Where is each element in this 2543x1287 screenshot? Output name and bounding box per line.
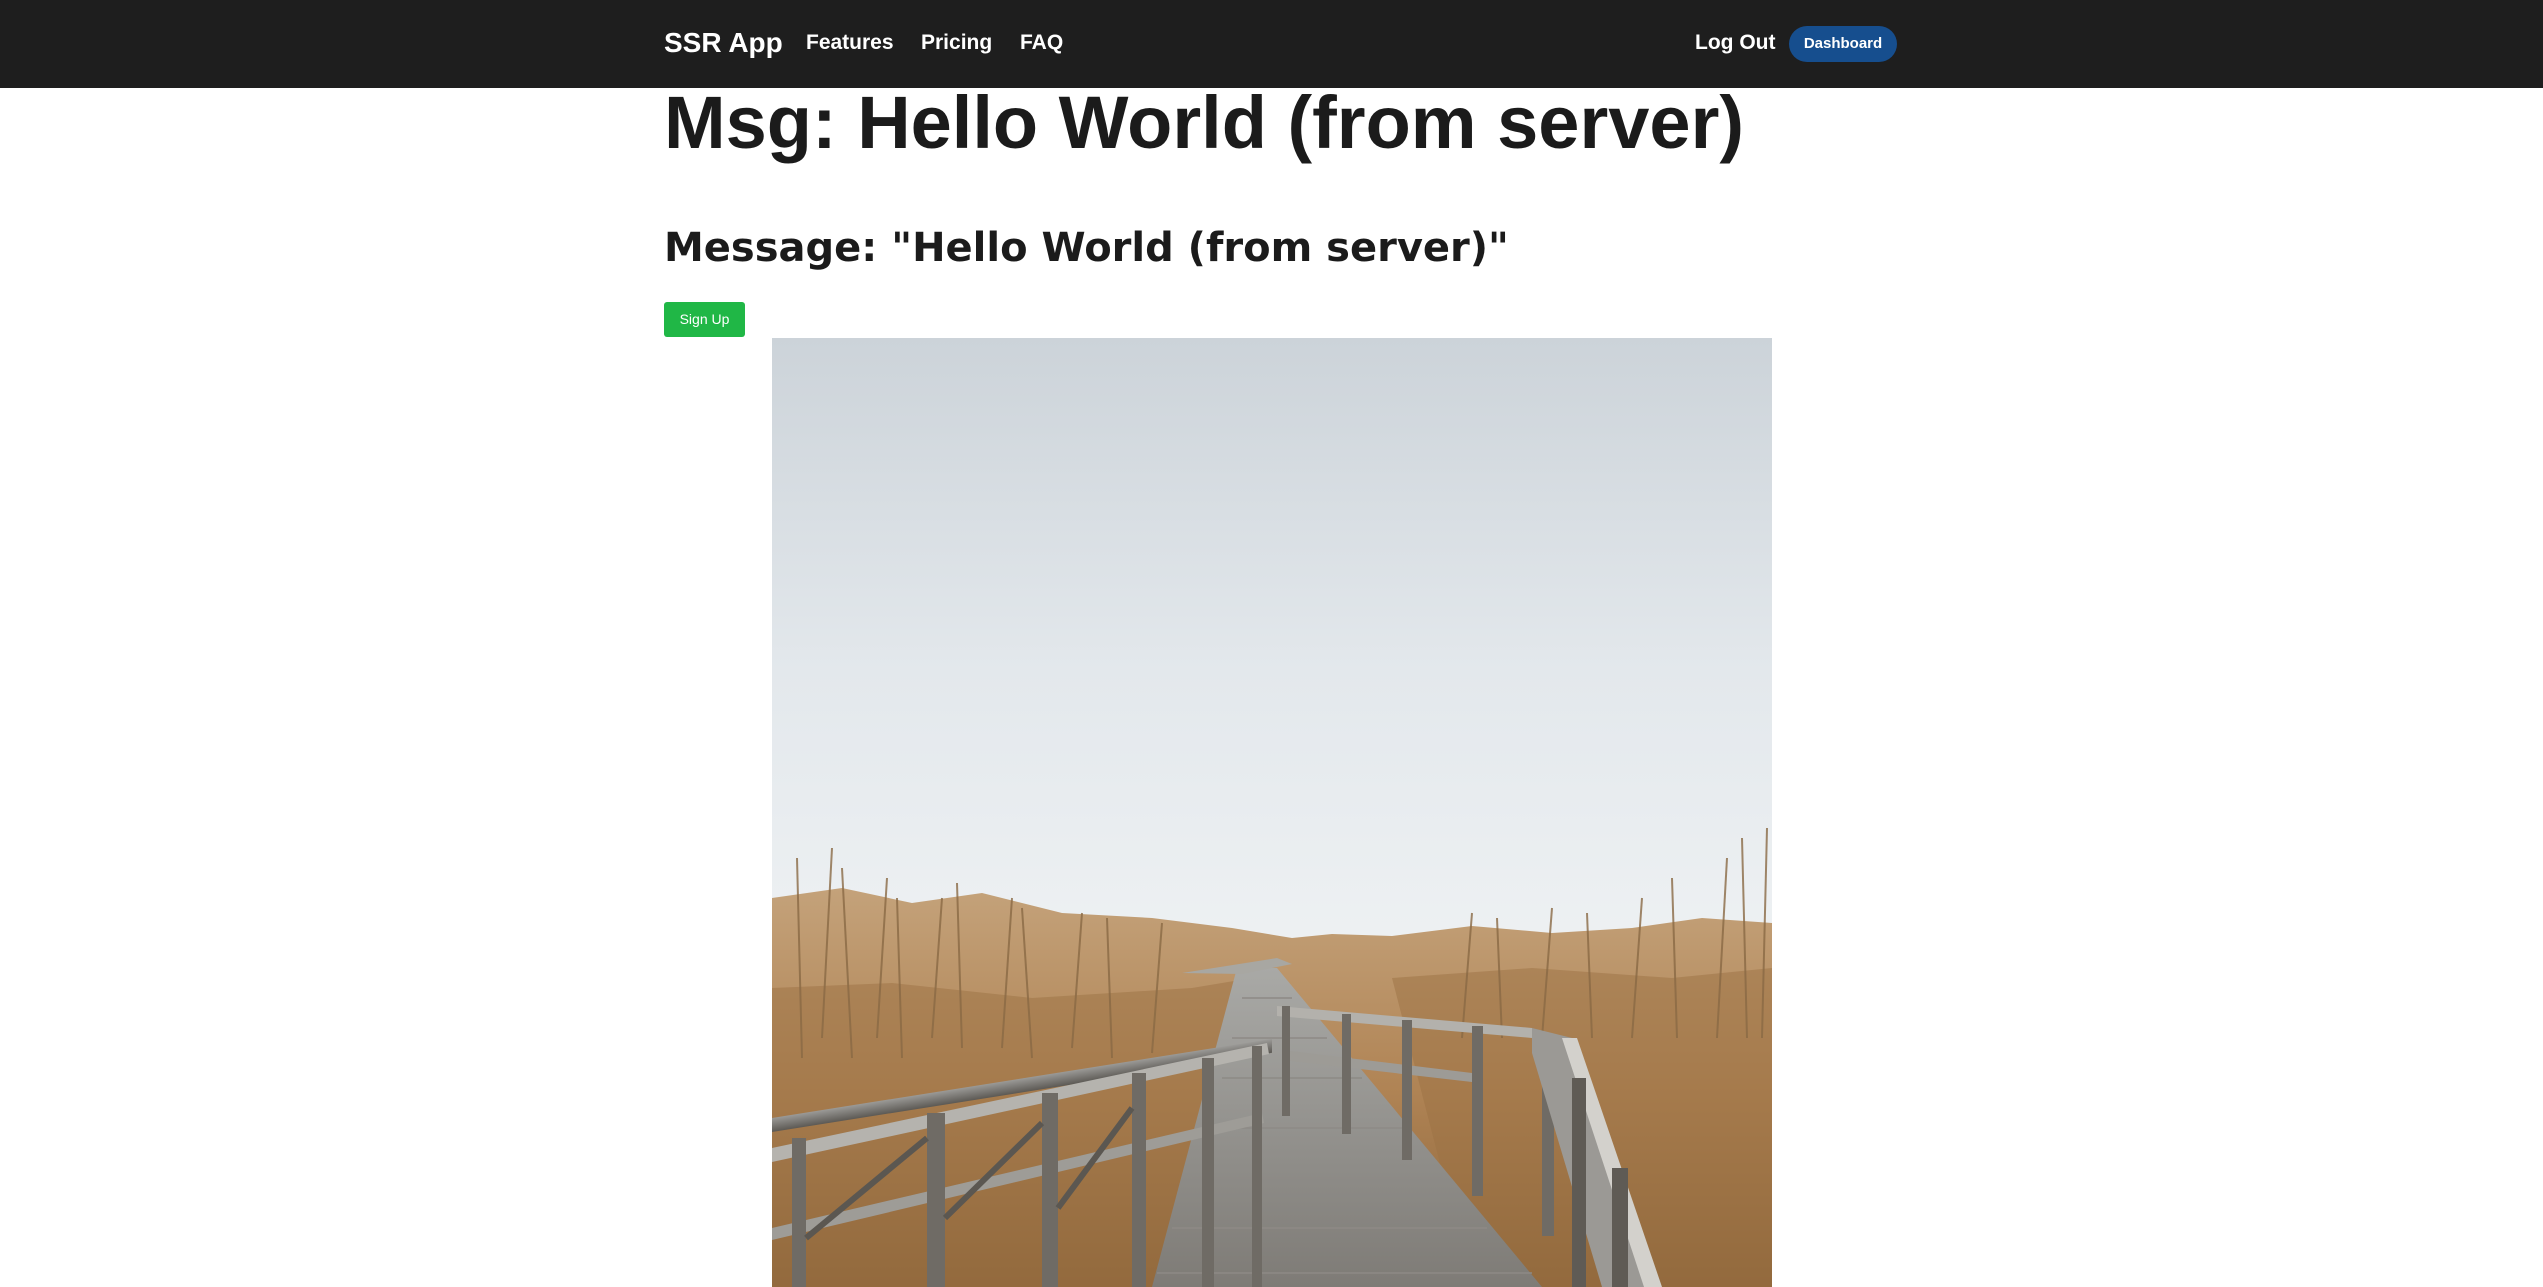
message-heading: Message: "Hello World (from server)" [664, 225, 1509, 271]
logout-link[interactable]: Log Out [1695, 30, 1775, 56]
page-title: Msg: Hello World (from server) [664, 81, 1745, 164]
navbar-inner: SSR App Features Pricing FAQ Log Out Das… [664, 0, 1897, 88]
brand-link[interactable]: SSR App [664, 27, 783, 59]
hero-photo [772, 338, 1772, 1287]
sign-up-button[interactable]: Sign Up [664, 302, 745, 337]
nav-link-faq[interactable]: FAQ [1020, 30, 1063, 56]
nav-link-features[interactable]: Features [806, 30, 894, 56]
top-navbar: SSR App Features Pricing FAQ Log Out Das… [0, 0, 2543, 88]
nav-link-pricing[interactable]: Pricing [921, 30, 992, 56]
dashboard-button[interactable]: Dashboard [1789, 26, 1897, 62]
